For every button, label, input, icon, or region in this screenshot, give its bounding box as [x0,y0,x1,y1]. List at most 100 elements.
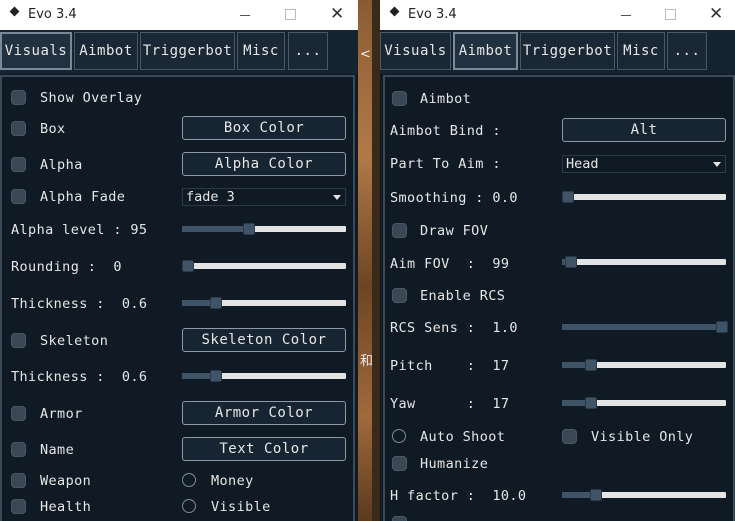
part-to-aim-dropdown[interactable]: Head [562,155,726,173]
close-icon[interactable]: ✕ [330,4,344,24]
slider-handle[interactable] [182,260,194,272]
armor-checkbox[interactable] [11,406,26,421]
title-bar[interactable]: Evo 3.4 ✕ [0,0,358,30]
rounding-slider[interactable] [182,260,346,272]
visible-checkbox[interactable] [182,499,196,513]
h-factor-label: H factor : 10.0 [390,488,527,504]
health-label: Health [40,499,92,515]
show-overlay-checkbox[interactable] [11,90,26,105]
alpha-fade-dropdown[interactable]: fade 3 [182,188,346,206]
aimbot-checkbox[interactable] [392,91,407,106]
box-label: Box [40,121,66,137]
alpha-fade-checkbox[interactable] [11,189,26,204]
tab-visuals[interactable]: Visuals [380,32,451,70]
window-aimbot: Evo 3.4 ✕ Visuals Aimbot Triggerbot Misc… [380,0,735,521]
box-color-button[interactable]: Box Color [182,116,346,140]
app-logo-icon [389,6,400,17]
slider-handle[interactable] [565,256,578,268]
money-label: Money [211,473,254,489]
slider-handle[interactable] [209,297,222,309]
humanize-checkbox[interactable] [392,456,407,471]
desktop-background: < 和 [358,0,374,521]
tab-misc[interactable]: Misc [237,32,285,70]
pitch-label: Pitch : 17 [390,358,510,374]
minimize-icon[interactable] [621,15,631,16]
skeleton-color-button[interactable]: Skeleton Color [182,328,346,352]
chevron-down-icon [713,162,721,167]
tab-bar: Visuals Aimbot Triggerbot Misc ... [380,30,735,74]
thickness-label: Thickness : 0.6 [11,296,148,312]
alpha-color-button[interactable]: Alpha Color [182,152,346,176]
alpha-fade-value: fade 3 [186,189,235,205]
aimbot-label: Aimbot [420,91,472,107]
tab-visuals[interactable]: Visuals [0,32,72,70]
minimize-icon[interactable] [240,15,250,16]
smoothing-label: Smoothing : 0.0 [390,190,518,206]
thickness-slider[interactable] [182,297,346,309]
visible-only-checkbox[interactable] [562,429,577,444]
draw-fov-checkbox[interactable] [392,223,407,238]
slider-handle[interactable] [584,359,597,371]
smoothing-slider[interactable] [562,191,726,203]
auto-shoot-checkbox[interactable] [392,429,406,443]
enable-rcs-checkbox[interactable] [392,288,407,303]
health-checkbox[interactable] [11,499,26,514]
aimbot-bind-button[interactable]: Alt [562,118,726,142]
aimbot-bind-label: Aimbot Bind : [390,123,501,139]
window-title: Evo 3.4 [28,7,77,22]
rounding-label: Rounding : 0 [11,259,122,275]
maximize-icon[interactable] [285,9,296,20]
show-overlay-label: Show Overlay [40,90,143,106]
slider-handle[interactable] [242,223,255,235]
alpha-checkbox[interactable] [11,157,26,172]
window-title: Evo 3.4 [408,7,457,22]
title-bar[interactable]: Evo 3.4 ✕ [380,0,735,30]
slider-handle[interactable] [584,397,597,409]
money-checkbox[interactable] [182,473,196,487]
slider-fill [182,226,248,232]
background-glyph: < [360,47,371,62]
visible-label: Visible [211,499,271,515]
draw-fov-label: Draw FOV [420,223,489,239]
close-icon[interactable]: ✕ [709,4,723,24]
skeleton-label: Skeleton [40,333,109,349]
slider-handle[interactable] [716,321,728,333]
name-label: Name [40,442,75,458]
slider-handle[interactable] [209,370,222,382]
aim-fov-slider[interactable] [562,256,726,268]
part-to-aim-label: Part To Aim : [390,156,501,172]
pitch-slider[interactable] [562,359,726,371]
tab-aimbot[interactable]: Aimbot [453,32,518,70]
app-logo-icon [9,6,20,17]
alpha-level-label: Alpha level : 95 [11,222,148,238]
skeleton-thickness-slider[interactable] [182,370,346,382]
armor-color-button[interactable]: Armor Color [182,401,346,425]
slider-handle[interactable] [562,191,574,203]
humanize-label: Humanize [420,456,489,472]
enable-rcs-label: Enable RCS [420,288,506,304]
tab-triggerbot[interactable]: Triggerbot [140,32,235,70]
background-glyph: 和 [360,354,374,369]
weapon-label: Weapon [40,473,92,489]
aim-fov-label: Aim FOV : 99 [390,256,510,272]
next-option-checkbox[interactable] [392,516,407,521]
maximize-icon[interactable] [665,9,676,20]
yaw-label: Yaw : 17 [390,396,510,412]
name-checkbox[interactable] [11,442,26,457]
tab-triggerbot[interactable]: Triggerbot [520,32,615,70]
h-factor-slider[interactable] [562,489,726,501]
slider-handle[interactable] [589,489,602,501]
armor-label: Armor [40,406,83,422]
text-color-button[interactable]: Text Color [182,437,346,461]
box-checkbox[interactable] [11,121,26,136]
weapon-checkbox[interactable] [11,473,26,488]
rcs-sens-slider[interactable] [562,321,728,333]
yaw-slider[interactable] [562,397,726,409]
tab-aimbot[interactable]: Aimbot [74,32,138,70]
tab-misc[interactable]: Misc [617,32,665,70]
tab-more[interactable]: ... [667,32,707,70]
alpha-level-slider[interactable] [182,223,346,235]
tab-more[interactable]: ... [288,32,328,70]
skeleton-checkbox[interactable] [11,333,26,348]
alpha-fade-label: Alpha Fade [40,189,126,205]
